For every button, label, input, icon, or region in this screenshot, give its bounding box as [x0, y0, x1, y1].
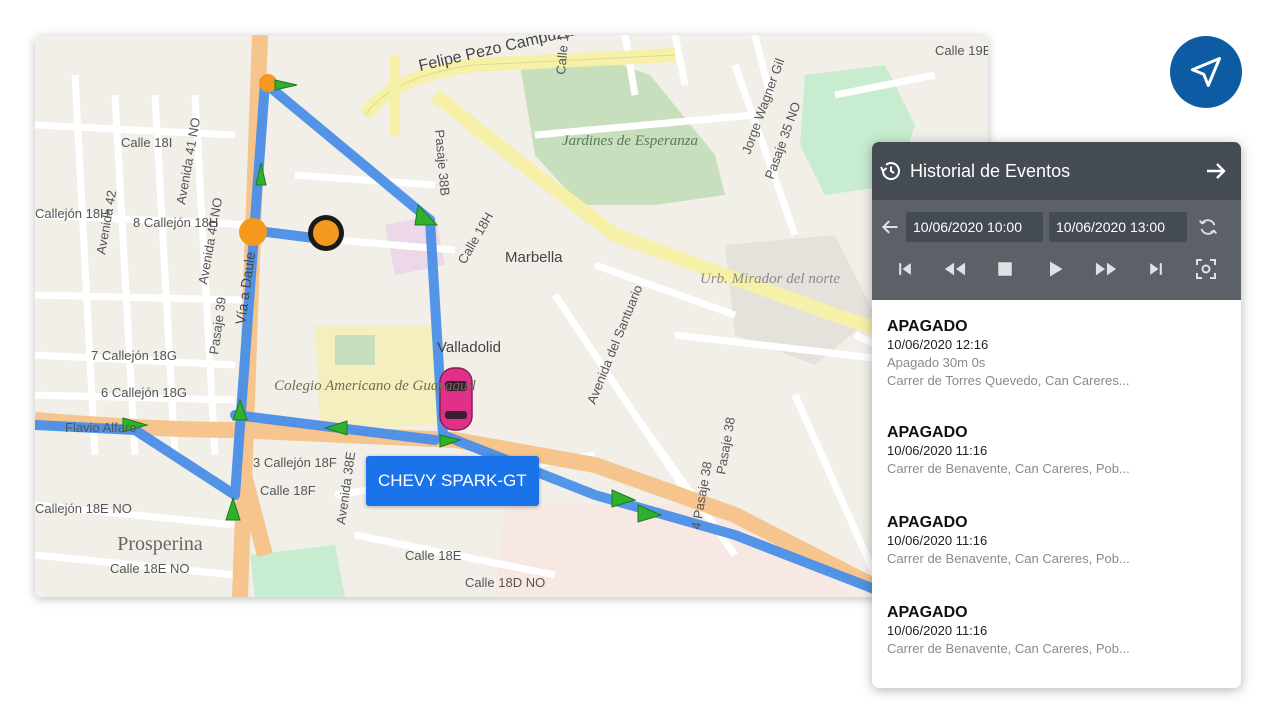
map-view[interactable]: Felipe Pezo Campuzano Calle 18I Callejón…: [35, 35, 988, 597]
event-address: Carrer de Benavente, Can Careres, Pob...: [887, 461, 1130, 476]
event-type: APAGADO: [887, 604, 968, 621]
svg-text:Marbella: Marbella: [505, 249, 563, 266]
history-icon: [878, 158, 904, 184]
panel-header: Historial de Eventos: [872, 142, 1241, 200]
svg-text:Calle 19B NO: Calle 19B NO: [935, 43, 988, 58]
vehicle-label[interactable]: CHEVY SPARK-GT: [366, 456, 539, 506]
list-item[interactable]: APAGADO 10/06/2020 11:16 Carrer de Benav…: [887, 408, 1226, 498]
center-focus-icon[interactable]: [1193, 256, 1219, 282]
navigation-button[interactable]: [1170, 36, 1242, 108]
event-list: APAGADO 10/06/2020 12:16 Apagado 30m 0s …: [872, 300, 1241, 678]
event-address: Carrer de Torres Quevedo, Can Careres...: [887, 373, 1130, 388]
event-address: Carrer de Benavente, Can Careres, Pob...: [887, 641, 1130, 656]
svg-text:Colegio Americano de Guayaquil: Colegio Americano de Guayaquil: [274, 378, 476, 394]
svg-text:Urb. Mirador del norte: Urb. Mirador del norte: [700, 271, 840, 287]
event-time: 10/06/2020 11:16: [887, 623, 988, 638]
event-time: 10/06/2020 11:16: [887, 533, 988, 548]
refresh-icon[interactable]: [1195, 214, 1221, 240]
navigation-icon: [1191, 57, 1221, 87]
event-history-panel: Historial de Eventos 10/06/2020 10:00 10…: [872, 142, 1241, 688]
svg-text:Callejón 18E NO: Callejón 18E NO: [35, 501, 132, 516]
svg-text:Calle 18D NO: Calle 18D NO: [465, 575, 545, 590]
list-item[interactable]: APAGADO 10/06/2020 11:16 Carrer de Benav…: [887, 498, 1226, 588]
event-type: APAGADO: [887, 318, 968, 335]
svg-text:Calle 18I: Calle 18I: [121, 135, 172, 150]
arrow-right-icon[interactable]: [1203, 158, 1229, 184]
svg-text:Calle 18E: Calle 18E: [405, 548, 462, 563]
event-duration: Apagado 30m 0s: [887, 355, 986, 370]
svg-text:6 Callejón 18G: 6 Callejón 18G: [101, 385, 187, 400]
svg-text:Jardines de Esperanza: Jardines de Esperanza: [562, 133, 698, 149]
event-time: 10/06/2020 12:16: [887, 337, 989, 352]
skip-next-icon[interactable]: [1143, 256, 1169, 282]
svg-text:3 Callejón 18F: 3 Callejón 18F: [253, 455, 337, 470]
list-item[interactable]: APAGADO 10/06/2020 12:16 Apagado 30m 0s …: [887, 300, 1226, 408]
svg-text:7 Callejón 18G: 7 Callejón 18G: [91, 348, 177, 363]
stop-icon[interactable]: [992, 256, 1018, 282]
map-canvas[interactable]: Felipe Pezo Campuzano Calle 18I Callejón…: [35, 35, 988, 597]
playback-controls: 10/06/2020 10:00 10/06/2020 13:00: [872, 200, 1241, 300]
list-item[interactable]: APAGADO 10/06/2020 11:16 Carrer de Benav…: [887, 588, 1226, 678]
panel-title: Historial de Eventos: [910, 160, 1071, 181]
end-date-input[interactable]: 10/06/2020 13:00: [1049, 212, 1187, 242]
school-field: [335, 335, 375, 365]
skip-previous-icon[interactable]: [892, 256, 918, 282]
rewind-icon[interactable]: [942, 256, 968, 282]
svg-text:Calle 18F: Calle 18F: [260, 483, 316, 498]
svg-text:Flavio Alfaro: Flavio Alfaro: [65, 420, 137, 435]
event-address: Carrer de Benavente, Can Careres, Pob...: [887, 551, 1130, 566]
svg-text:Prosperina: Prosperina: [117, 533, 203, 555]
svg-text:Calle 18E NO: Calle 18E NO: [110, 561, 189, 576]
start-date-input[interactable]: 10/06/2020 10:00: [906, 212, 1043, 242]
svg-text:Valladolid: Valladolid: [437, 339, 501, 356]
play-icon[interactable]: [1042, 256, 1068, 282]
event-time: 10/06/2020 11:16: [887, 443, 988, 458]
event-type: APAGADO: [887, 424, 968, 441]
event-type: APAGADO: [887, 514, 968, 531]
fast-forward-icon[interactable]: [1093, 256, 1119, 282]
arrow-left-icon[interactable]: [880, 214, 900, 240]
